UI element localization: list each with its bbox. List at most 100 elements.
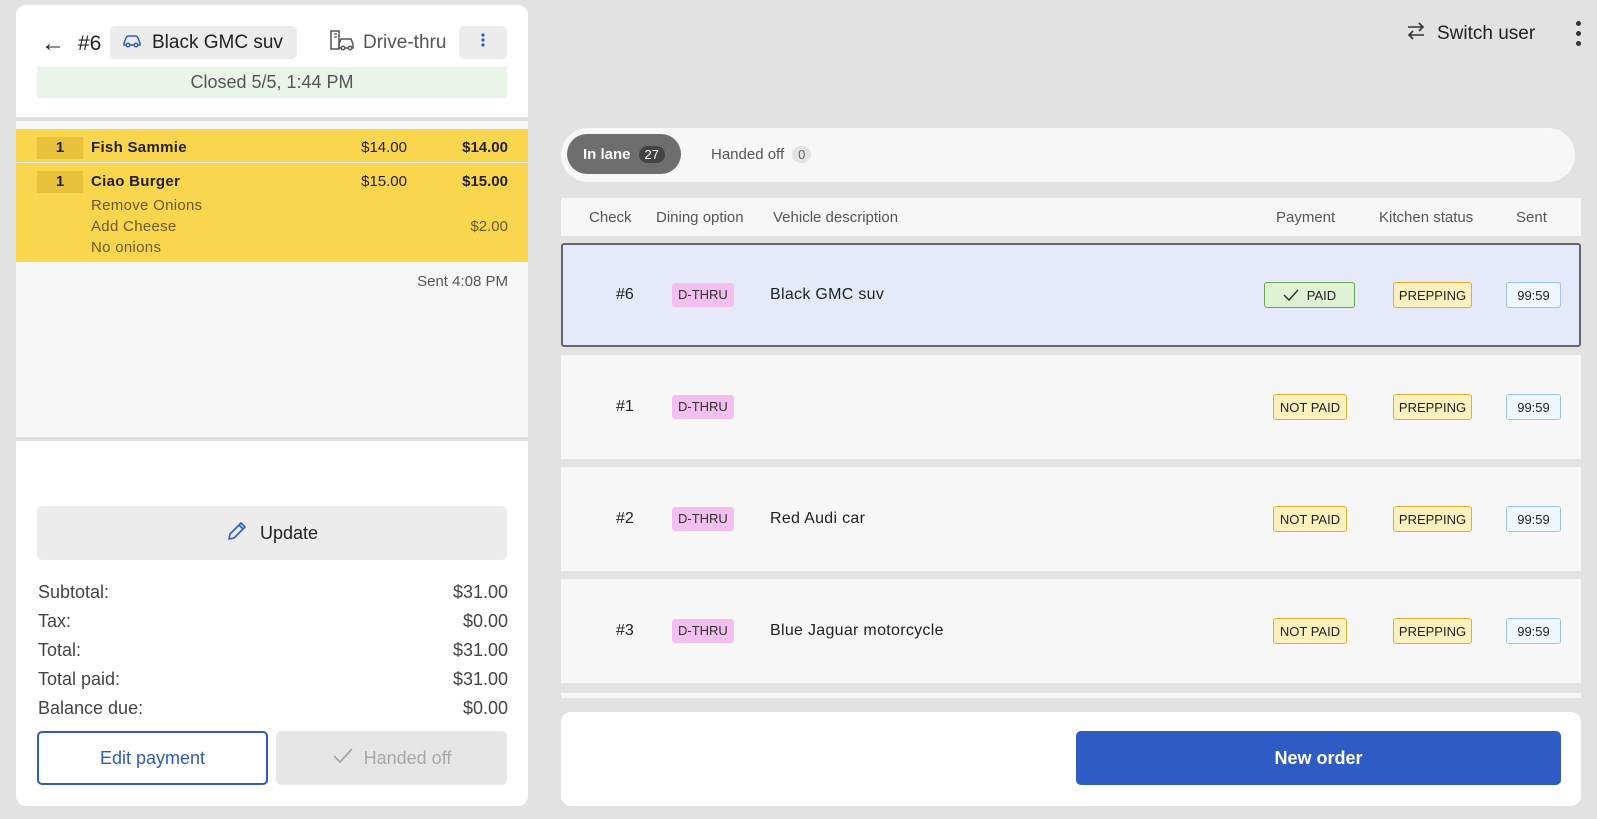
table-row[interactable]: #1 D-THRU NOT PAID PREPPING 99:59 <box>561 355 1581 459</box>
totals-value: $31.00 <box>452 582 508 602</box>
column-header-sent: Sent <box>1516 209 1547 226</box>
update-label: Update <box>259 522 319 543</box>
order-items-list: 1 Fish Sammie $14.00 $14.00 1 Ciao Burge… <box>16 121 528 437</box>
item-modifier: No onions <box>91 239 162 256</box>
table-row[interactable]: #3 D-THRU Blue Jaguar motorcycle NOT PAI… <box>561 579 1581 683</box>
payment-badge: NOT PAID <box>1273 394 1347 420</box>
vehicle-chip[interactable]: Black GMC suv <box>110 26 297 59</box>
totals-label: Balance due: <box>38 698 144 718</box>
row-check: #2 <box>616 510 634 527</box>
sent-time: Sent 4:08 PM <box>417 273 508 290</box>
sent-timer-badge: 99:59 <box>1506 394 1561 420</box>
item-quantity: 1 <box>37 137 83 159</box>
order-totals: Subtotal: $31.00 Tax: $0.00 Total: $31.00 T… <box>38 582 508 727</box>
order-item[interactable]: 1 Fish Sammie $14.00 $14.00 <box>16 129 528 162</box>
totals-label: Total: <box>38 640 82 660</box>
column-header-dining: Dining option <box>656 209 744 226</box>
payment-status: PAID <box>1306 287 1337 303</box>
kitchen-status-badge: PREPPING <box>1393 618 1472 644</box>
column-header-vehicle: Vehicle description <box>773 209 899 226</box>
table-header: Check Dining option Vehicle description … <box>561 198 1581 236</box>
balance-due-row: Balance due: $0.00 <box>38 698 508 727</box>
item-price: $15.00 <box>361 173 407 190</box>
item-modifier: Remove Onions <box>91 197 203 214</box>
total-row: Total: $31.00 <box>38 640 508 669</box>
sent-timer-badge: 99:59 <box>1506 506 1561 532</box>
check-number: #6 <box>78 32 102 55</box>
drive-thru-icon <box>329 28 355 58</box>
bottom-action-bar: New order <box>561 712 1581 806</box>
totals-value: $0.00 <box>462 611 508 631</box>
lane-tabs: In lane 27 Handed off 0 <box>561 128 1575 182</box>
tab-label: Handed off <box>711 145 785 163</box>
modifier-price: $2.00 <box>470 218 508 235</box>
total-paid-row: Total paid: $31.00 <box>38 669 508 698</box>
handed-off-label: Handed off <box>363 747 452 768</box>
order-more-button[interactable] <box>459 26 507 59</box>
payment-badge: PAID <box>1264 282 1355 308</box>
check-icon <box>1283 288 1299 301</box>
subtotal-row: Subtotal: $31.00 <box>38 582 508 611</box>
dining-badge: D-THRU <box>672 507 734 531</box>
sent-timer-badge: 99:59 <box>1506 282 1561 308</box>
row-check: #6 <box>616 286 634 303</box>
arrow-left-icon: ← <box>41 30 65 57</box>
tab-label: In lane <box>583 145 631 163</box>
row-vehicle: Blue Jaguar motorcycle <box>770 622 944 639</box>
tab-in-lane[interactable]: In lane 27 <box>567 134 681 174</box>
item-name: Ciao Burger <box>91 173 181 190</box>
edit-payment-button[interactable]: Edit payment <box>37 731 268 785</box>
item-name: Fish Sammie <box>91 139 187 156</box>
kitchen-status-badge: PREPPING <box>1393 282 1472 308</box>
dining-option-label: Drive-thru <box>363 32 447 53</box>
more-vertical-icon <box>480 32 486 53</box>
dining-badge: D-THRU <box>672 395 734 419</box>
row-check: #1 <box>616 398 634 415</box>
payment-badge: NOT PAID <box>1273 506 1347 532</box>
payment-badge: NOT PAID <box>1273 618 1347 644</box>
order-item[interactable]: 1 Ciao Burger $15.00 $15.00 Remove Onion… <box>16 163 528 262</box>
item-modifier: Add Cheese <box>91 218 177 235</box>
row-vehicle: Red Audi car <box>770 510 866 527</box>
dining-badge: D-THRU <box>672 619 734 643</box>
item-total: $15.00 <box>462 173 508 190</box>
tax-row: Tax: $0.00 <box>38 611 508 640</box>
vehicle-label: Black GMC suv <box>152 31 283 53</box>
tab-count-badge: 0 <box>792 145 812 163</box>
table-row[interactable]: #2 D-THRU Red Audi car NOT PAID PREPPING… <box>561 467 1581 571</box>
column-header-kitchen: Kitchen status <box>1379 209 1474 226</box>
totals-value: $31.00 <box>452 640 508 660</box>
switch-user-label: Switch user <box>1437 23 1536 44</box>
divider <box>16 437 528 441</box>
swap-arrows-icon <box>1405 20 1427 48</box>
car-icon <box>122 32 142 54</box>
new-order-button[interactable]: New order <box>1076 731 1561 785</box>
update-button[interactable]: Update <box>37 506 507 560</box>
kitchen-status-badge: PREPPING <box>1393 394 1472 420</box>
totals-label: Subtotal: <box>38 582 110 602</box>
order-detail-panel: ← #6 Black GMC suv Drive-thru Closed 5/5… <box>16 5 528 806</box>
more-vertical-icon[interactable] <box>1572 18 1584 48</box>
row-vehicle: Black GMC suv <box>770 286 885 303</box>
switch-user-button[interactable]: Switch user <box>1405 20 1535 48</box>
totals-value: $0.00 <box>462 698 508 718</box>
sent-timer-badge: 99:59 <box>1506 618 1561 644</box>
table-row-partial <box>561 693 1581 698</box>
totals-label: Total paid: <box>38 669 121 689</box>
row-check: #3 <box>616 622 634 639</box>
dining-badge: D-THRU <box>672 283 734 307</box>
totals-value: $31.00 <box>452 669 508 689</box>
handed-off-button[interactable]: Handed off <box>276 731 507 785</box>
closed-status-banner: Closed 5/5, 1:44 PM <box>37 67 507 98</box>
table-row[interactable]: #6 D-THRU Black GMC suv PAID PREPPING 99… <box>561 243 1581 347</box>
order-header: ← #6 Black GMC suv Drive-thru Closed 5/5… <box>16 5 528 117</box>
back-button[interactable]: ← <box>38 29 68 59</box>
check-icon <box>332 747 354 770</box>
totals-label: Tax: <box>38 611 72 631</box>
pencil-icon <box>226 520 248 547</box>
tab-count-badge: 27 <box>638 145 665 163</box>
item-price: $14.00 <box>361 139 407 156</box>
tab-handed-off[interactable]: Handed off 0 <box>711 134 812 174</box>
item-total: $14.00 <box>462 139 508 156</box>
column-header-payment: Payment <box>1276 209 1336 226</box>
